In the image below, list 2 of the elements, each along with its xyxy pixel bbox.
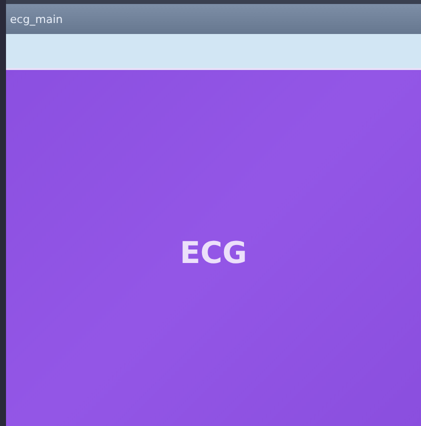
screen-label: ECG [180, 236, 248, 270]
window-title: ecg_main [10, 12, 63, 26]
